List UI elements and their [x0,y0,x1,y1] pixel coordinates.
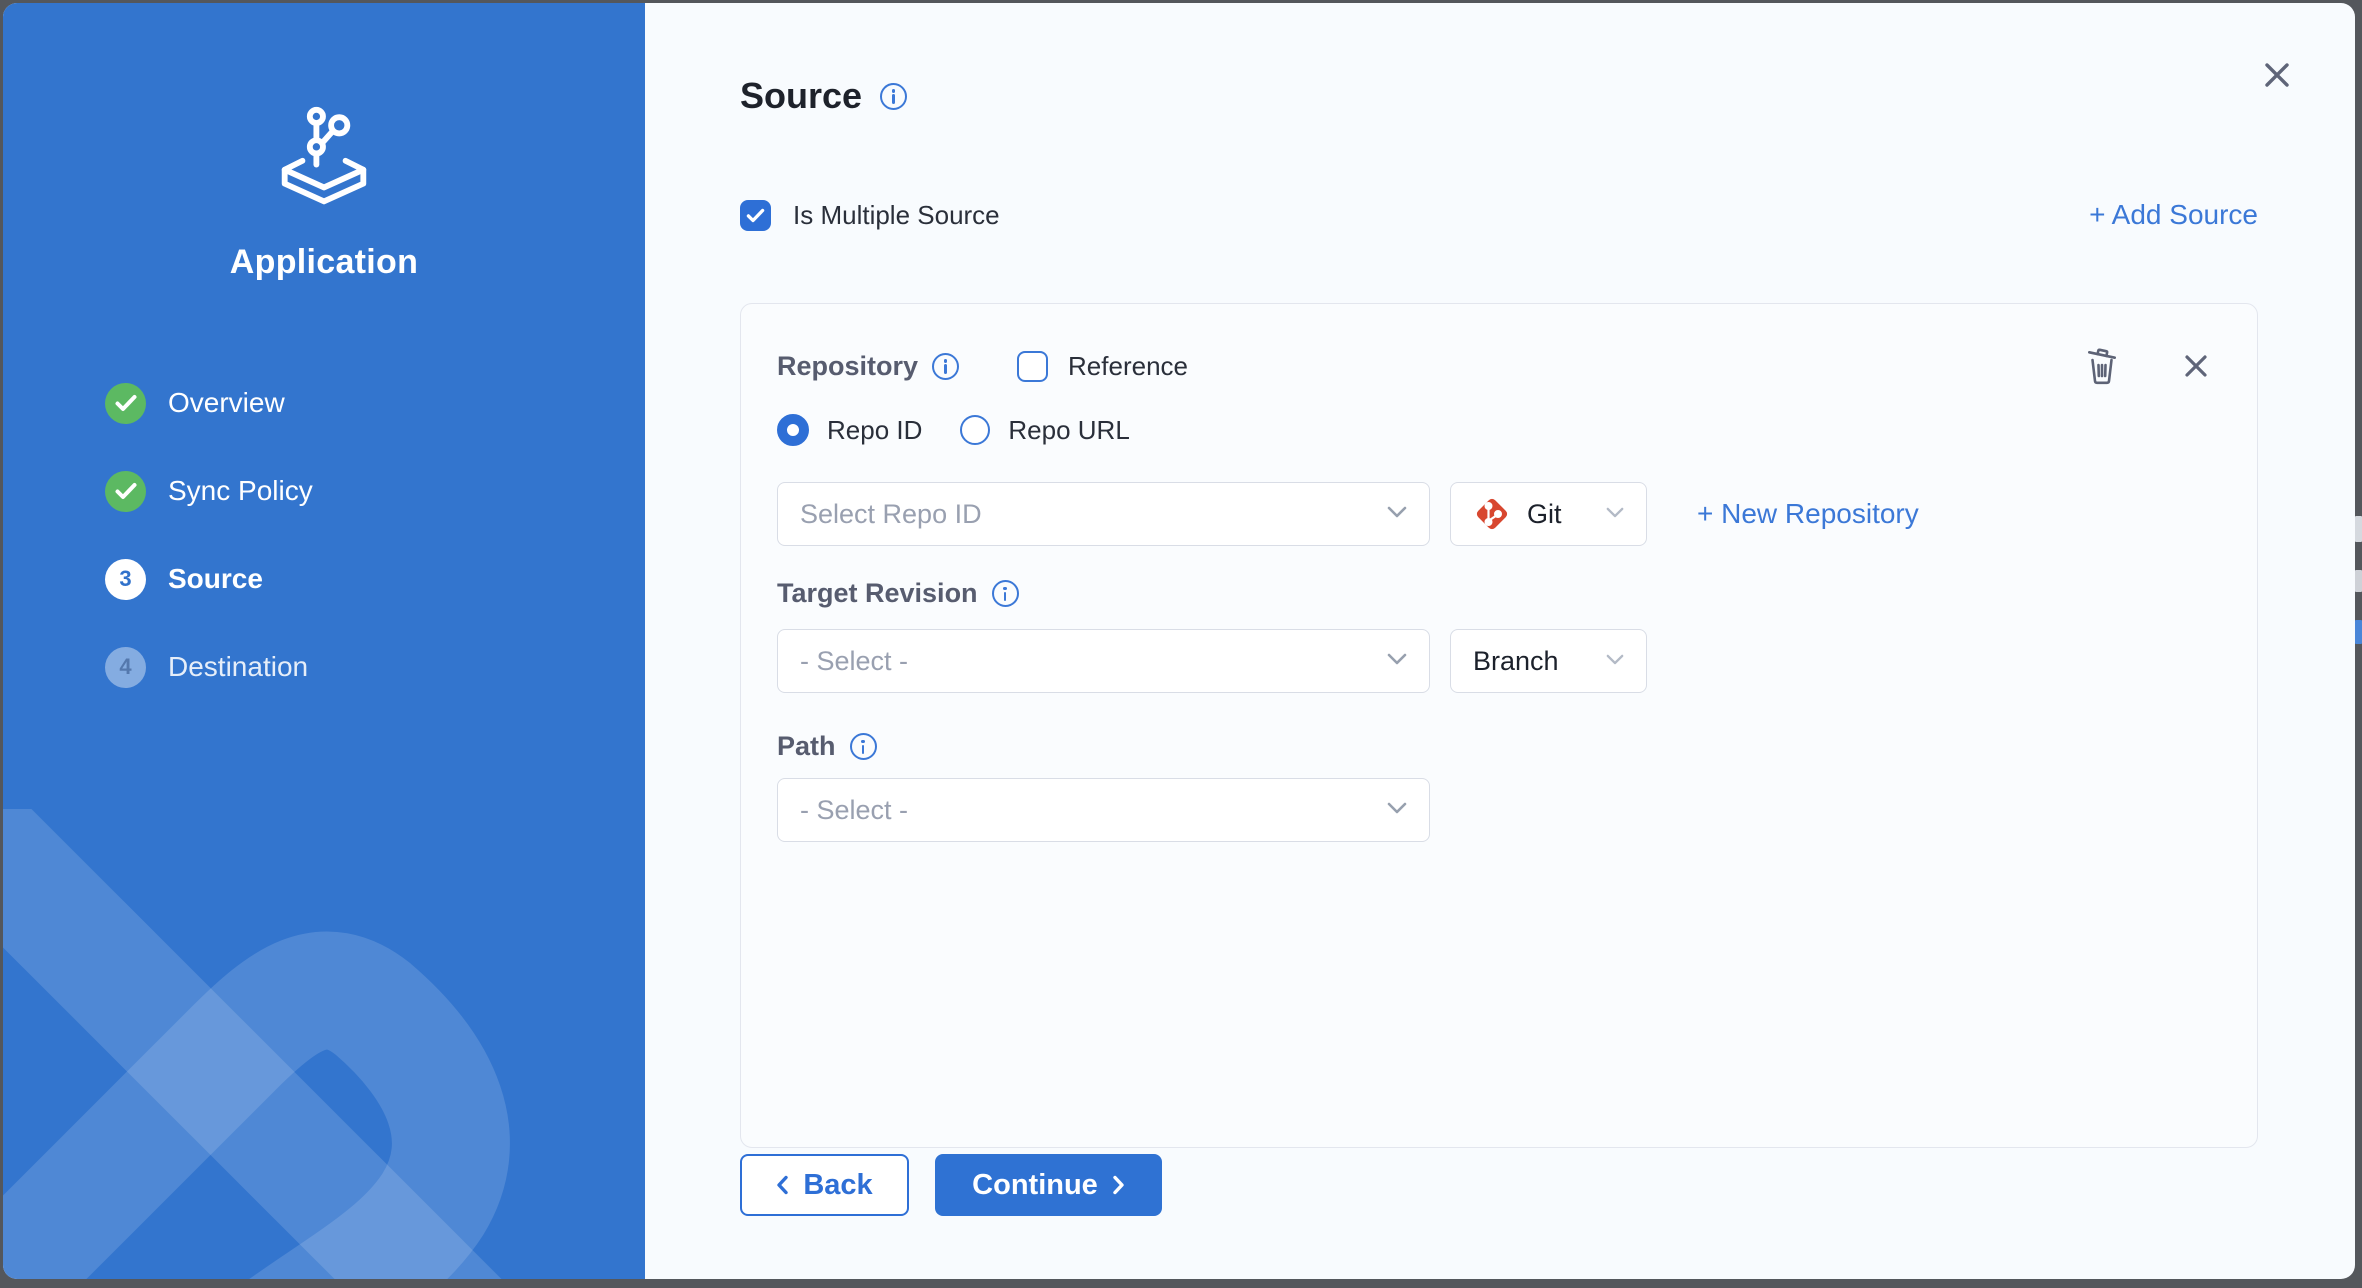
wizard-footer: Back Continue [740,1154,2258,1216]
step-number-badge: 3 [105,559,146,600]
page-edge-fragment [2355,570,2362,592]
step-source[interactable]: 3 Source [105,558,645,600]
application-modal: Application Overview Sync Policy 3 Sourc… [3,3,2355,1279]
back-button[interactable]: Back [740,1154,909,1216]
info-icon[interactable] [992,580,1019,607]
path-row: - Select - [777,778,2221,842]
chevron-down-icon [1606,505,1624,523]
add-source-button[interactable]: + Add Source [2089,199,2258,231]
chevron-down-icon [1387,505,1407,523]
repo-id-select-placeholder: Select Repo ID [800,499,982,530]
check-icon [115,394,137,412]
chevron-down-icon [1387,801,1407,819]
back-button-label: Back [803,1169,872,1202]
repo-select-row: Select Repo ID [777,482,2221,546]
target-revision-row: - Select - Branch [777,629,2221,693]
wizard-steps: Overview Sync Policy 3 Source 4 Destinat… [3,382,645,688]
git-icon [1473,495,1511,533]
repo-type-select[interactable]: Git [1450,482,1647,546]
repo-id-select[interactable]: Select Repo ID [777,482,1430,546]
repo-source-type-radios: Repo ID Repo URL [777,414,2221,446]
sidebar-title: Application [3,243,645,282]
chevron-down-icon [1606,652,1624,670]
info-icon[interactable] [880,83,907,110]
revision-type-select[interactable]: Branch [1450,629,1647,693]
source-controls-row: Is Multiple Source + Add Source [740,199,2258,231]
is-multiple-source-checkbox[interactable] [740,200,771,231]
continue-button[interactable]: Continue [935,1154,1162,1216]
new-repository-button[interactable]: + New Repository [1697,498,1919,530]
step-complete-badge [105,471,146,512]
step-label: Overview [168,387,285,419]
step-overview[interactable]: Overview [105,382,645,424]
chevron-right-icon [1112,1175,1125,1195]
repository-header-row: Repository Reference [777,346,2221,386]
path-select[interactable]: - Select - [777,778,1430,842]
page-edge-fragment [2355,516,2362,542]
repo-id-radio[interactable] [777,414,809,446]
check-icon [746,208,765,223]
info-icon[interactable] [932,353,959,380]
close-icon[interactable] [2262,60,2292,90]
revision-type-value: Branch [1473,646,1559,677]
source-step-panel: Source Is Multiple Source + Add Source R… [645,3,2355,1279]
reference-label: Reference [1068,351,1188,382]
path-label: Path [777,731,836,762]
source-card: Repository Reference [740,303,2258,1148]
application-icon [260,105,388,209]
step-number-badge: 4 [105,647,146,688]
continue-button-label: Continue [972,1169,1098,1202]
repository-label: Repository [777,351,918,382]
target-revision-placeholder: - Select - [800,646,908,677]
reference-checkbox[interactable] [1017,351,1048,382]
delete-source-icon[interactable] [2085,346,2119,386]
wizard-sidebar: Application Overview Sync Policy 3 Sourc… [3,3,645,1279]
repo-url-label: Repo URL [1008,415,1129,446]
is-multiple-source-label: Is Multiple Source [793,200,1000,231]
chevron-down-icon [1387,652,1407,670]
repo-type-value: Git [1527,499,1562,530]
target-revision-label: Target Revision [777,578,978,609]
path-label-row: Path [777,731,2221,762]
target-revision-select[interactable]: - Select - [777,629,1430,693]
step-complete-badge [105,383,146,424]
page-edge-fragment [2355,620,2362,644]
path-placeholder: - Select - [800,795,908,826]
page-title: Source [740,75,862,117]
info-icon[interactable] [850,733,877,760]
remove-source-icon[interactable] [2183,353,2209,379]
step-label: Source [168,563,263,595]
step-label: Sync Policy [168,475,313,507]
check-icon [115,482,137,500]
step-sync-policy[interactable]: Sync Policy [105,470,645,512]
repo-url-radio[interactable] [960,415,990,445]
target-revision-label-row: Target Revision [777,578,2221,609]
brand-watermark [3,809,563,1279]
page-header: Source [740,75,2258,117]
chevron-left-icon [776,1175,789,1195]
step-label: Destination [168,651,308,683]
repo-id-label: Repo ID [827,415,922,446]
step-destination[interactable]: 4 Destination [105,646,645,688]
